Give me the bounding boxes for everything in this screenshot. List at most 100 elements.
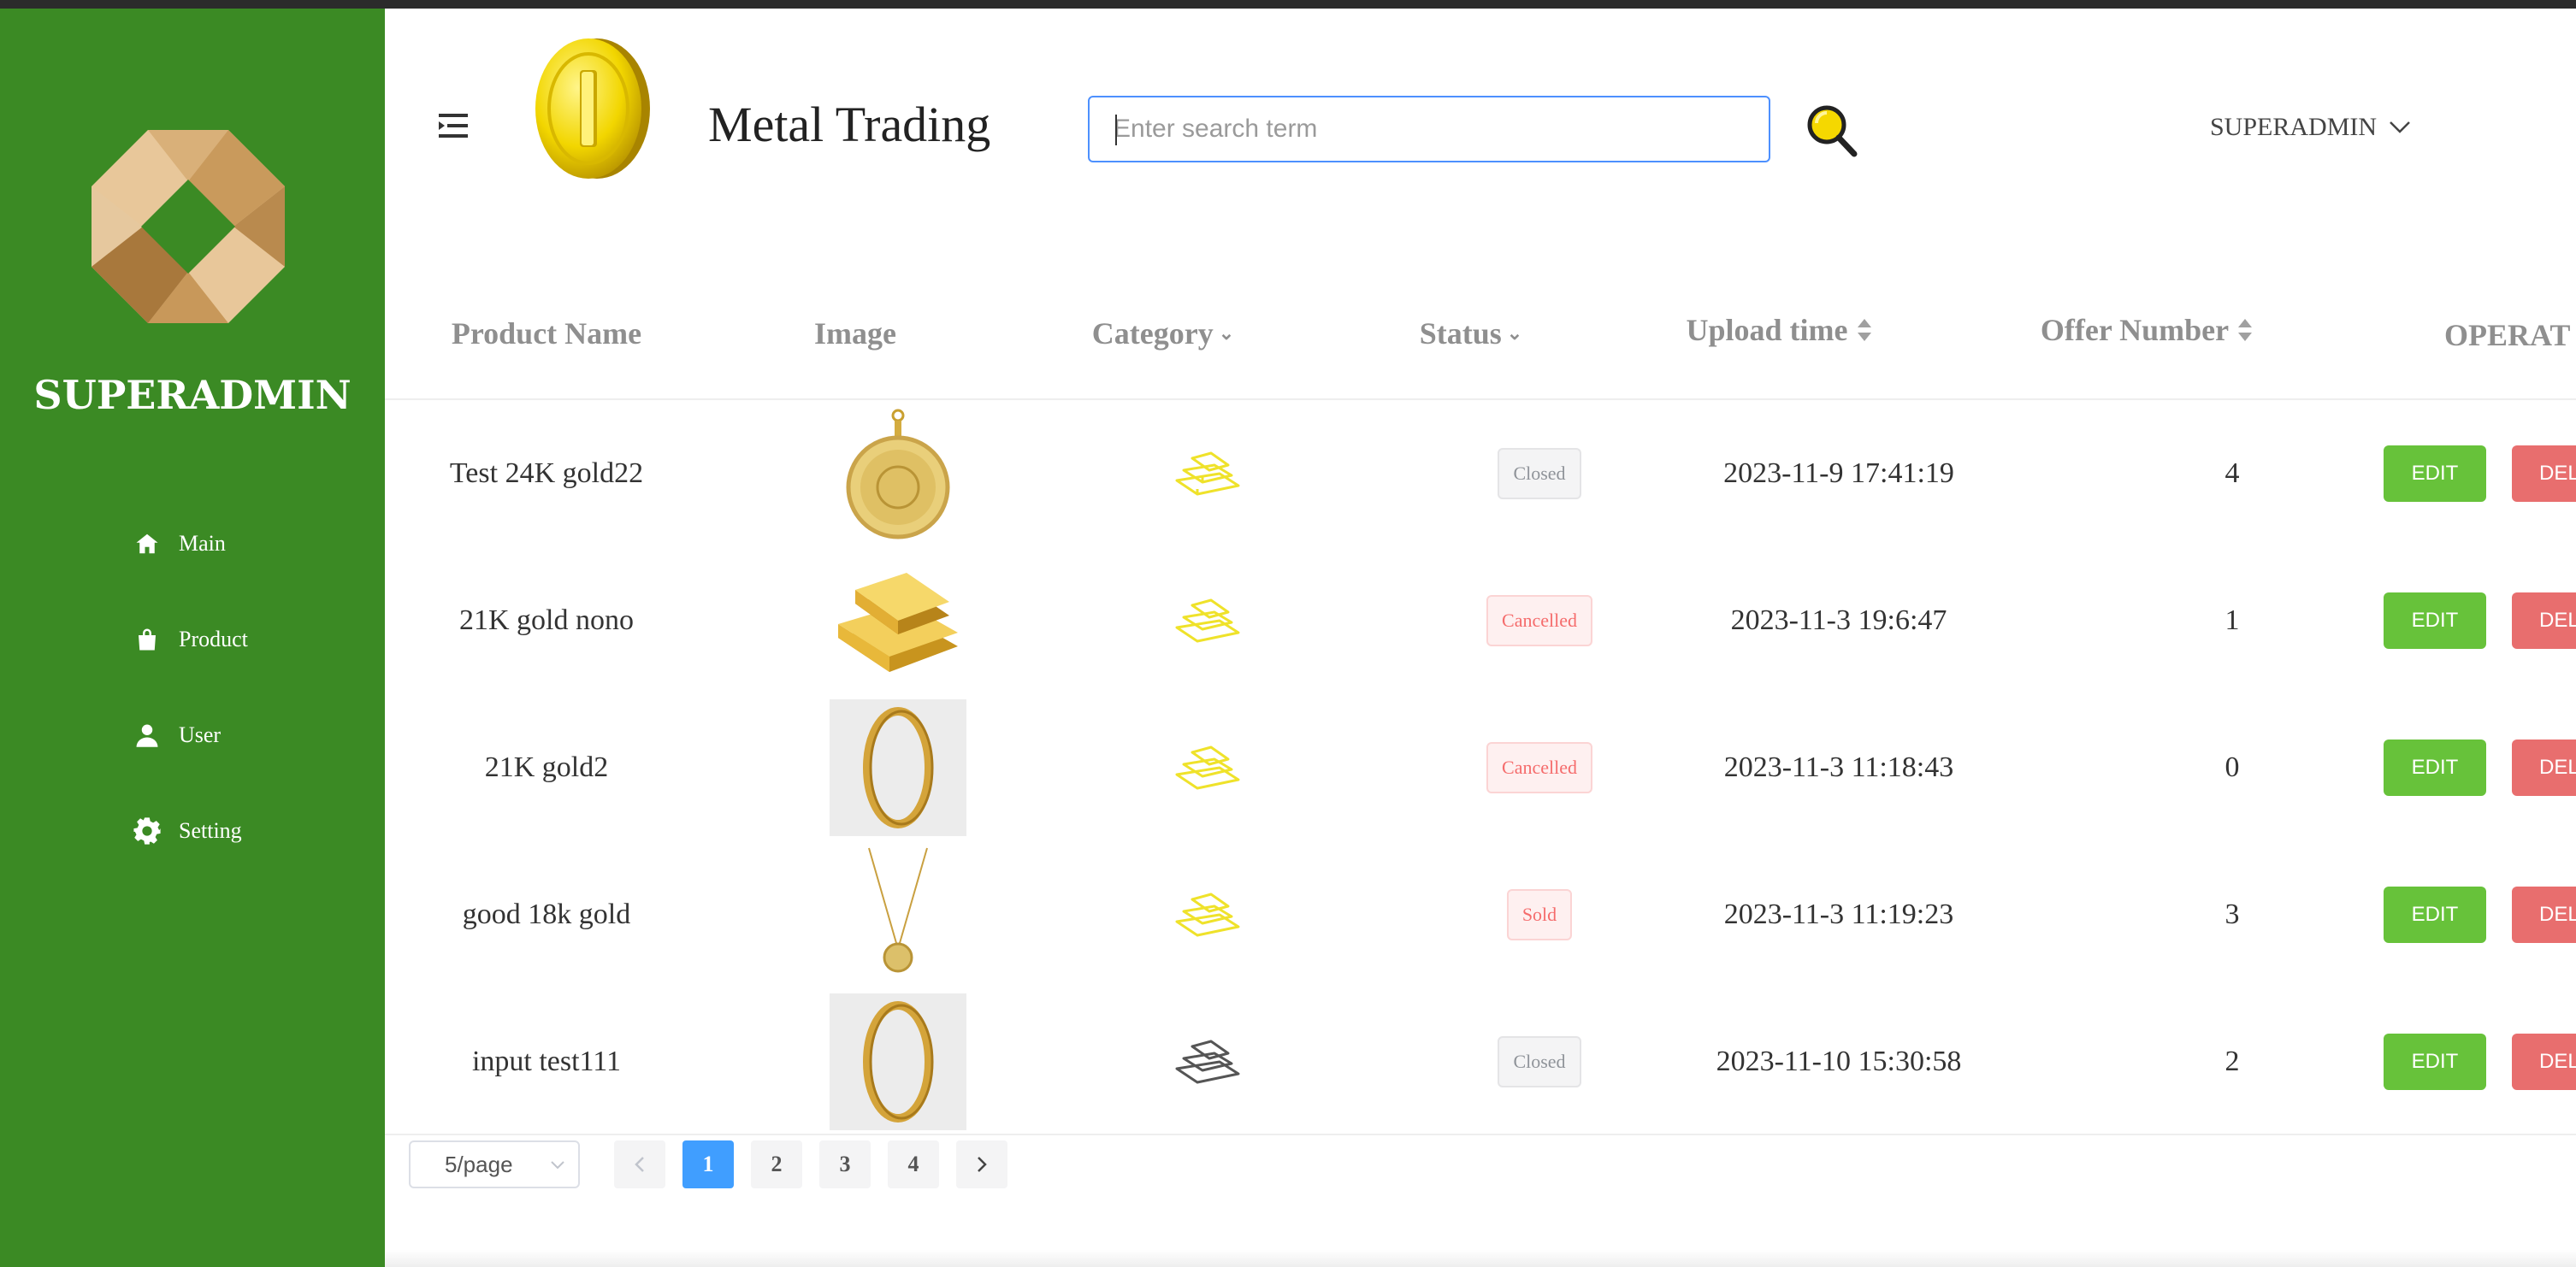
home-icon bbox=[133, 529, 162, 558]
product-name-cell: input test111 bbox=[471, 1046, 622, 1077]
offer-number-cell: 3 bbox=[2224, 899, 2240, 930]
product-name-cell: 21K gold2 bbox=[484, 751, 609, 783]
column-header-image: Image bbox=[770, 308, 941, 359]
category-cell bbox=[1078, 841, 1334, 988]
page-button-2[interactable]: 2 bbox=[751, 1140, 802, 1188]
sidebar-title: SUPERADMIN bbox=[33, 372, 352, 418]
product-name-cell: 21K gold nono bbox=[459, 604, 634, 636]
sidebar-item-setting[interactable]: Setting bbox=[133, 805, 242, 857]
column-header-offer-number[interactable]: Offer Number bbox=[2018, 304, 2275, 356]
app-title: Metal Trading bbox=[708, 97, 991, 152]
shopping-bag-icon bbox=[133, 625, 162, 654]
upload-time-cell: 2023-11-3 11:18:43 bbox=[1723, 751, 1954, 783]
upload-time-cell: 2023-11-10 15:30:58 bbox=[1716, 1046, 1962, 1077]
sort-icon[interactable] bbox=[1857, 317, 1872, 343]
sidebar-item-label: Product bbox=[179, 627, 248, 651]
column-header-status[interactable]: Status ⌄ bbox=[1385, 308, 1557, 359]
filter-dropdown-icon[interactable]: ⌄ bbox=[1219, 322, 1234, 345]
category-cell bbox=[1078, 694, 1334, 841]
offer-number-cell: 0 bbox=[2224, 751, 2240, 783]
sidebar-item-user[interactable]: User bbox=[133, 710, 221, 761]
gold-coin-pendant-image bbox=[846, 409, 950, 539]
page-size-value: 5/page bbox=[445, 1151, 513, 1177]
column-header-label: Category bbox=[1091, 316, 1214, 351]
edit-button[interactable]: EDIT bbox=[2384, 1034, 2486, 1090]
category-cell bbox=[1078, 547, 1334, 694]
status-badge: Closed bbox=[1498, 448, 1581, 499]
gold-necklace-image bbox=[868, 847, 928, 973]
chevron-down-icon bbox=[2390, 121, 2410, 133]
product-image-cell bbox=[787, 400, 1009, 547]
prev-page-button[interactable] bbox=[614, 1140, 665, 1188]
menu-collapse-icon[interactable] bbox=[439, 114, 468, 138]
gear-icon bbox=[133, 816, 162, 846]
product-image-cell bbox=[787, 988, 1009, 1135]
gold-bars-image bbox=[838, 573, 958, 672]
page-button-3[interactable]: 3 bbox=[819, 1140, 871, 1188]
sidebar-item-main[interactable]: Main bbox=[133, 518, 226, 569]
upload-time-cell: 2023-11-3 19:6:47 bbox=[1730, 604, 1947, 636]
status-badge: Cancelled bbox=[1486, 595, 1592, 646]
column-header-label: Status bbox=[1419, 316, 1502, 351]
column-header-upload-time[interactable]: Upload time bbox=[1651, 304, 1907, 356]
sidebar-item-product[interactable]: Product bbox=[133, 614, 248, 665]
gold-bar-icon bbox=[1175, 598, 1240, 643]
column-header-label: Product Name bbox=[451, 316, 642, 351]
delete-button[interactable]: DEL bbox=[2512, 445, 2576, 502]
table-row: 21K gold nono Cancelled 2023-11-3 19:6:4… bbox=[385, 547, 2576, 694]
user-icon bbox=[133, 721, 162, 750]
sort-icon[interactable] bbox=[2237, 317, 2253, 343]
column-header-label: Offer Number bbox=[2040, 313, 2230, 347]
gold-bar-icon bbox=[1175, 745, 1240, 790]
gold-ring-image bbox=[830, 699, 966, 836]
sidebar-item-label: Setting bbox=[179, 818, 242, 843]
column-header-label: Image bbox=[814, 316, 896, 351]
table-row: good 18k gold Sold 2023-11-3 11:19:23 3 … bbox=[385, 841, 2576, 988]
chevron-right-icon bbox=[978, 1157, 987, 1172]
brand-logo bbox=[92, 130, 285, 323]
page-size-select[interactable]: 5/page bbox=[409, 1140, 580, 1188]
gold-bar-icon bbox=[1175, 451, 1240, 496]
delete-button[interactable]: DEL bbox=[2512, 740, 2576, 796]
sidebar-item-label: Main bbox=[179, 531, 226, 556]
product-image-cell bbox=[787, 694, 1009, 841]
offer-number-cell: 2 bbox=[2224, 1046, 2240, 1077]
search-input[interactable] bbox=[1088, 96, 1770, 162]
status-badge: Cancelled bbox=[1486, 742, 1592, 793]
upload-time-cell: 2023-11-9 17:41:19 bbox=[1723, 457, 1954, 489]
column-header-operation: OPERAT bbox=[2444, 309, 2576, 361]
offer-number-cell: 1 bbox=[2224, 604, 2240, 636]
silver-bar-icon bbox=[1175, 1040, 1240, 1084]
user-dropdown[interactable]: SUPERADMIN bbox=[2210, 113, 2411, 142]
filter-dropdown-icon[interactable]: ⌄ bbox=[1507, 322, 1522, 345]
edit-button[interactable]: EDIT bbox=[2384, 887, 2486, 943]
category-cell bbox=[1078, 988, 1334, 1135]
table-row: input test111 Closed 2023-11-10 15:30:58… bbox=[385, 988, 2576, 1135]
table-row: Test 24K gold22 Closed 2023-11-9 17:41:1… bbox=[385, 400, 2576, 547]
next-page-button[interactable] bbox=[956, 1140, 1007, 1188]
page-button-1[interactable]: 1 bbox=[682, 1140, 734, 1188]
sidebar-item-label: User bbox=[179, 722, 222, 747]
chevron-left-icon bbox=[635, 1157, 644, 1172]
delete-button[interactable]: DEL bbox=[2512, 887, 2576, 943]
window-top-border bbox=[0, 0, 2576, 9]
product-image-cell bbox=[787, 547, 1009, 694]
edit-button[interactable]: EDIT bbox=[2384, 445, 2486, 502]
edit-button[interactable]: EDIT bbox=[2384, 740, 2486, 796]
product-name-cell: Test 24K gold22 bbox=[449, 457, 644, 489]
search-icon[interactable] bbox=[1805, 103, 1859, 159]
page-button-4[interactable]: 4 bbox=[888, 1140, 939, 1188]
gold-ring-image bbox=[830, 993, 966, 1130]
gold-coin-logo bbox=[535, 38, 650, 179]
delete-button[interactable]: DEL bbox=[2512, 1034, 2576, 1090]
product-name-cell: good 18k gold bbox=[462, 899, 631, 930]
product-image-cell bbox=[787, 841, 1009, 988]
status-badge: Closed bbox=[1498, 1036, 1581, 1087]
column-header-label: OPERAT bbox=[2444, 318, 2571, 352]
status-badge: Sold bbox=[1506, 889, 1573, 940]
table-footer-divider bbox=[385, 1134, 2576, 1135]
column-header-category[interactable]: Category ⌄ bbox=[1061, 308, 1266, 359]
delete-button[interactable]: DEL bbox=[2512, 592, 2576, 649]
edit-button[interactable]: EDIT bbox=[2384, 592, 2486, 649]
user-name: SUPERADMIN bbox=[2210, 113, 2378, 141]
